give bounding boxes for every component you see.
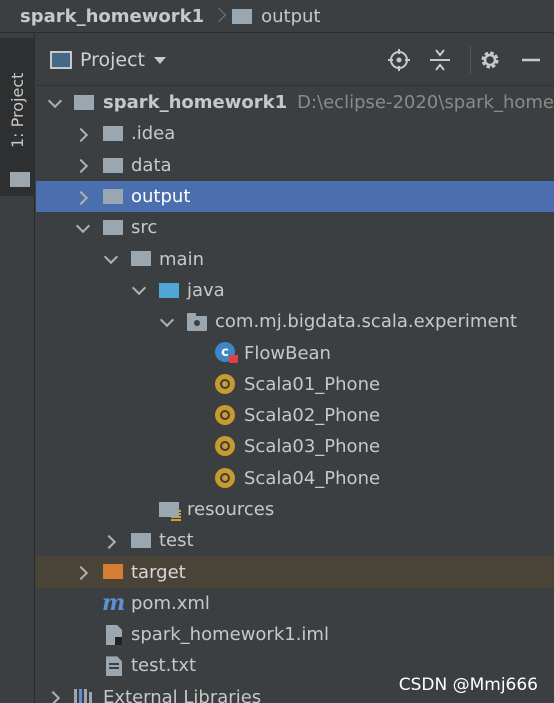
file-label: test.txt	[131, 655, 197, 677]
collapsed-arrow-icon[interactable]	[104, 535, 116, 547]
java-class-icon: c	[215, 342, 238, 364]
locate-icon[interactable]	[387, 48, 411, 72]
breadcrumb-root[interactable]: spark_homework1	[20, 6, 204, 27]
project-name: spark_homework1	[103, 92, 288, 114]
tree-row-java[interactable]: java	[36, 275, 554, 306]
package-icon	[187, 313, 207, 332]
panel-title[interactable]: Project	[80, 49, 145, 71]
project-path: D:\eclipse-2020\spark_homew	[297, 92, 554, 114]
folder-icon	[103, 126, 123, 142]
folder-label: target	[131, 561, 186, 583]
tree-row-iml[interactable]: spark_homework1.iml	[36, 619, 554, 650]
folder-icon	[232, 8, 253, 24]
tree-row-class[interactable]: Scala04_Phone	[36, 463, 554, 494]
file-label: pom.xml	[131, 592, 210, 614]
folder-label: output	[131, 186, 191, 208]
collapsed-arrow-icon[interactable]	[76, 128, 88, 140]
maven-icon: m	[102, 589, 126, 616]
folder-label: data	[131, 154, 172, 176]
folder-icon	[103, 188, 123, 204]
libraries-label: External Libraries	[103, 686, 262, 703]
scala-object-icon	[215, 436, 235, 457]
scala-object-icon	[215, 467, 235, 488]
collapsed-arrow-icon[interactable]	[76, 191, 88, 203]
folder-label: resources	[187, 499, 275, 520]
folder-icon	[131, 251, 151, 267]
folder-icon	[10, 172, 30, 187]
gear-icon[interactable]	[478, 48, 502, 72]
folder-label: src	[131, 217, 158, 239]
tree-row-data[interactable]: data	[36, 150, 554, 181]
project-panel-header: Project	[36, 34, 554, 86]
breadcrumb: spark_homework1 output	[0, 0, 554, 33]
text-file-icon	[106, 656, 122, 677]
expand-arrow-icon[interactable]	[48, 97, 60, 109]
tree-row-main[interactable]: main	[36, 243, 554, 274]
expand-arrow-icon[interactable]	[132, 284, 144, 296]
collapsed-arrow-icon[interactable]	[76, 159, 88, 171]
project-view-icon	[50, 50, 72, 69]
class-label: FlowBean	[244, 342, 331, 364]
tree-row-src[interactable]: src	[36, 212, 554, 243]
package-label: com.mj.bigdata.scala.experiment	[215, 311, 517, 333]
folder-label: main	[159, 248, 204, 270]
tree-row-class[interactable]: Scala01_Phone	[36, 369, 554, 400]
collapsed-arrow-icon[interactable]	[48, 691, 60, 703]
folder-icon	[103, 157, 123, 173]
scala-object-icon	[215, 373, 235, 394]
folder-icon	[103, 220, 123, 236]
module-folder-icon	[74, 95, 94, 110]
tree-row-project[interactable]: spark_homework1 D:\eclipse-2020\spark_ho…	[36, 87, 554, 118]
folder-label: .idea	[131, 123, 176, 145]
watermark: CSDN @Mmj666	[398, 675, 538, 695]
class-label: Scala02_Phone	[244, 405, 381, 427]
breadcrumb-current[interactable]: output	[232, 6, 320, 27]
file-label: spark_homework1.iml	[131, 624, 329, 646]
minimize-icon[interactable]	[519, 48, 543, 72]
folder-icon	[131, 533, 151, 549]
project-tree: spark_homework1 D:\eclipse-2020\spark_ho…	[36, 87, 554, 703]
header-divider	[470, 46, 471, 74]
folder-label: test	[159, 530, 194, 552]
tree-row-pom[interactable]: m pom.xml	[36, 588, 554, 619]
collapse-all-icon[interactable]	[428, 48, 452, 72]
view-dropdown-icon[interactable]	[154, 57, 167, 64]
expand-arrow-icon[interactable]	[160, 316, 172, 328]
tree-row-target[interactable]: target	[36, 556, 554, 588]
tree-row-resources[interactable]: resources	[36, 494, 554, 525]
folder-label: java	[187, 279, 225, 301]
tree-row-class[interactable]: Scala03_Phone	[36, 431, 554, 462]
libraries-icon	[74, 688, 92, 703]
tree-row-package[interactable]: com.mj.bigdata.scala.experiment	[36, 306, 554, 337]
source-folder-icon	[159, 282, 179, 298]
class-label: Scala03_Phone	[244, 436, 381, 458]
expand-arrow-icon[interactable]	[76, 222, 88, 234]
excluded-folder-icon	[103, 564, 123, 580]
class-label: Scala01_Phone	[244, 373, 381, 395]
scala-object-icon	[215, 404, 235, 425]
tree-row-test[interactable]: test	[36, 525, 554, 556]
tree-row-class[interactable]: Scala02_Phone	[36, 400, 554, 431]
module-file-icon	[106, 625, 122, 646]
tool-window-strip: 1: Project	[0, 34, 35, 703]
tree-row-output[interactable]: output	[36, 180, 554, 213]
class-label: Scala04_Phone	[244, 467, 381, 489]
project-tool-tab[interactable]: 1: Project	[0, 38, 35, 196]
expand-arrow-icon[interactable]	[104, 253, 116, 265]
resources-folder-icon	[159, 501, 181, 521]
tree-row-idea[interactable]: .idea	[36, 118, 554, 149]
breadcrumb-current-label: output	[261, 5, 321, 27]
tree-row-class[interactable]: c FlowBean	[36, 337, 554, 368]
project-tool-tab-label: 1: Project	[8, 72, 27, 148]
collapsed-arrow-icon[interactable]	[76, 566, 88, 578]
breadcrumb-separator-icon	[214, 5, 224, 27]
